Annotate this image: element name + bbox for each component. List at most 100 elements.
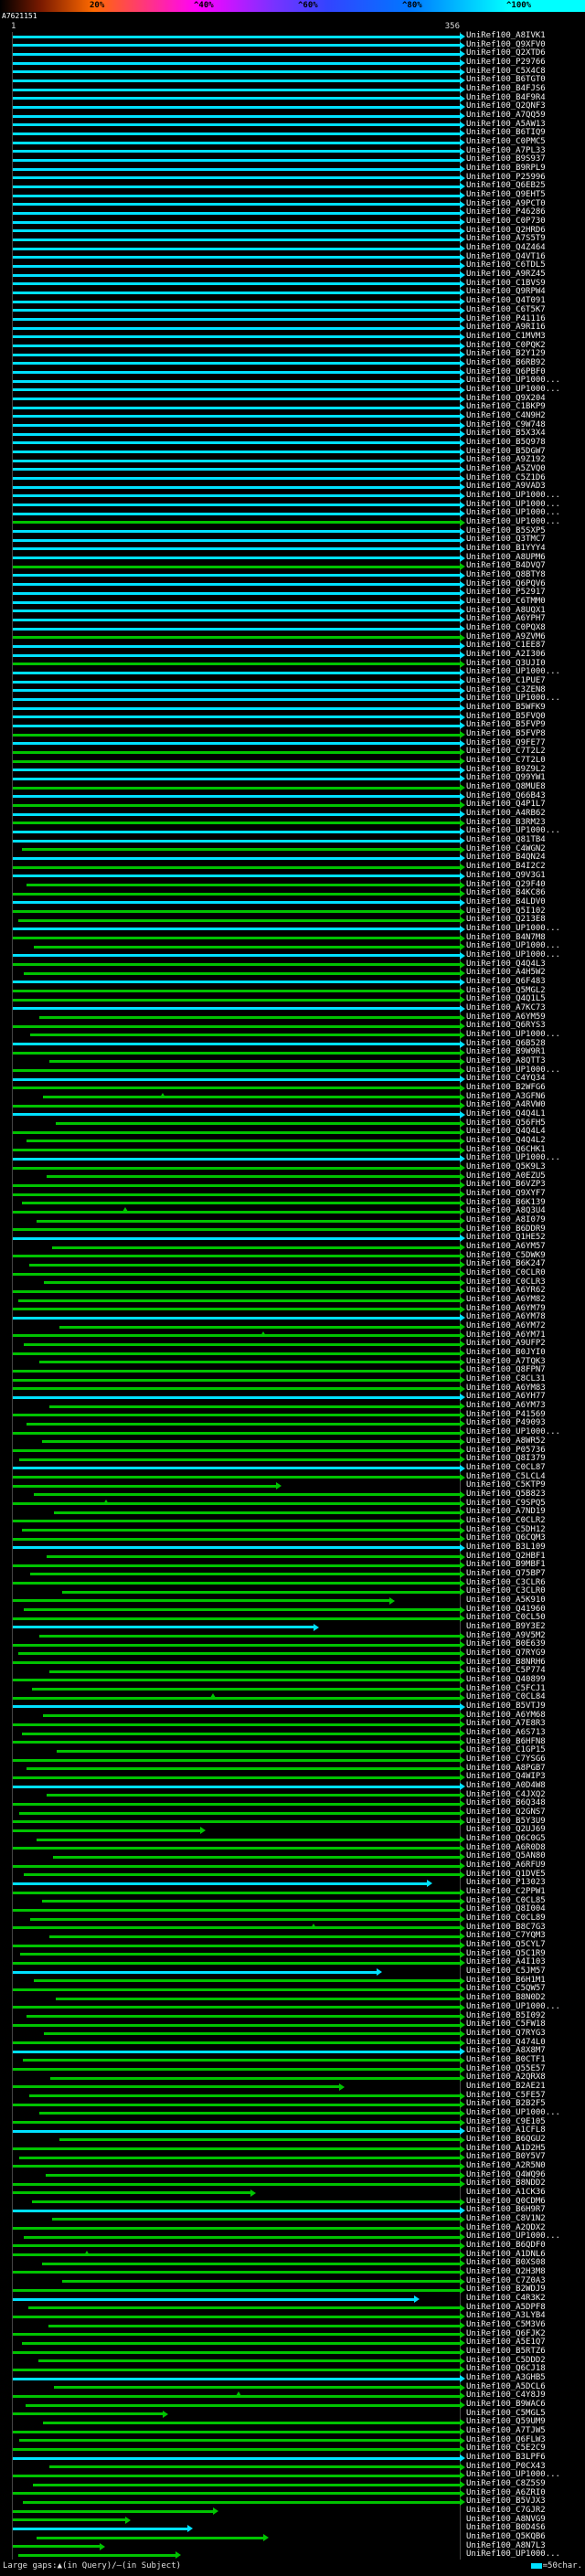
alignment-bar[interactable] bbox=[13, 1289, 460, 1293]
alignment-bar[interactable] bbox=[30, 1573, 460, 1576]
alignment-bar[interactable] bbox=[13, 176, 460, 180]
alignment-bar[interactable] bbox=[43, 2421, 460, 2424]
alignment-bar[interactable] bbox=[21, 1529, 460, 1532]
alignment-bar[interactable] bbox=[13, 1077, 460, 1081]
alignment-bar[interactable] bbox=[18, 2439, 460, 2443]
alignment-bar[interactable] bbox=[51, 2218, 460, 2221]
alignment-bar[interactable] bbox=[18, 1458, 460, 1461]
alignment-bar[interactable] bbox=[57, 1749, 460, 1753]
alignment-bar[interactable] bbox=[13, 52, 460, 56]
alignment-bar[interactable] bbox=[48, 1405, 460, 1408]
alignment-bar[interactable] bbox=[13, 1334, 460, 1338]
alignment-bar[interactable] bbox=[13, 2085, 339, 2089]
alignment-bar[interactable] bbox=[13, 291, 460, 294]
alignment-bar[interactable] bbox=[13, 574, 460, 578]
alignment-bar[interactable] bbox=[13, 114, 460, 118]
alignment-bar[interactable] bbox=[13, 786, 460, 790]
alignment-bar[interactable] bbox=[13, 1520, 460, 1523]
alignment-bar[interactable] bbox=[13, 1484, 276, 1488]
alignment-bar[interactable] bbox=[13, 150, 460, 154]
alignment-bar[interactable] bbox=[13, 1599, 389, 1603]
alignment-bar[interactable] bbox=[13, 2006, 460, 2009]
alignment-bar[interactable] bbox=[13, 459, 460, 462]
alignment-bar[interactable] bbox=[13, 1476, 460, 1479]
alignment-bar[interactable] bbox=[13, 2182, 460, 2186]
alignment-bar[interactable] bbox=[13, 1776, 460, 1779]
alignment-bar[interactable] bbox=[13, 309, 460, 313]
alignment-bar[interactable] bbox=[30, 1034, 460, 1037]
alignment-bar[interactable] bbox=[20, 1953, 460, 1956]
alignment-bar[interactable] bbox=[13, 88, 460, 91]
alignment-bar[interactable] bbox=[13, 264, 460, 268]
alignment-bar[interactable] bbox=[13, 35, 460, 38]
alignment-bar[interactable] bbox=[61, 2280, 460, 2284]
alignment-bar[interactable] bbox=[13, 2518, 125, 2522]
alignment-bar[interactable] bbox=[34, 1979, 460, 1983]
alignment-bar[interactable] bbox=[17, 1652, 460, 1656]
alignment-bar[interactable] bbox=[13, 2103, 460, 2106]
alignment-bar[interactable] bbox=[13, 1537, 460, 1541]
alignment-bar[interactable] bbox=[13, 504, 460, 507]
alignment-bar[interactable] bbox=[13, 706, 460, 710]
alignment-bar[interactable] bbox=[13, 591, 460, 595]
alignment-bar[interactable] bbox=[13, 105, 460, 109]
alignment-bar[interactable] bbox=[13, 415, 460, 419]
alignment-bar[interactable] bbox=[25, 2403, 460, 2407]
alignment-bar[interactable] bbox=[38, 2112, 460, 2115]
alignment-bar[interactable] bbox=[58, 1325, 460, 1329]
alignment-bar[interactable] bbox=[13, 220, 460, 224]
alignment-bar[interactable] bbox=[13, 981, 460, 984]
alignment-bar[interactable] bbox=[37, 1219, 460, 1223]
alignment-bar[interactable] bbox=[21, 2341, 460, 2345]
alignment-bar[interactable] bbox=[13, 2041, 460, 2045]
alignment-bar[interactable] bbox=[13, 689, 460, 693]
alignment-bar[interactable] bbox=[37, 1838, 460, 1841]
alignment-bar[interactable] bbox=[13, 1723, 460, 1726]
alignment-bar[interactable] bbox=[13, 2253, 460, 2257]
alignment-bar[interactable] bbox=[13, 229, 460, 233]
alignment-bar[interactable] bbox=[34, 945, 460, 949]
alignment-bar[interactable] bbox=[13, 1210, 460, 1214]
alignment-bar[interactable] bbox=[53, 1855, 460, 1859]
alignment-bar[interactable] bbox=[13, 839, 460, 843]
alignment-bar[interactable] bbox=[13, 398, 460, 401]
alignment-bar[interactable] bbox=[58, 2138, 460, 2142]
alignment-bar[interactable] bbox=[13, 353, 460, 356]
alignment-bar[interactable] bbox=[13, 2350, 460, 2354]
alignment-bar[interactable] bbox=[50, 2076, 460, 2080]
alignment-bar[interactable] bbox=[47, 1175, 460, 1179]
alignment-bar[interactable] bbox=[48, 1060, 460, 1064]
alignment-bar[interactable] bbox=[13, 2509, 214, 2513]
alignment-bar[interactable] bbox=[54, 1511, 460, 1514]
alignment-bar[interactable] bbox=[41, 1900, 460, 1903]
alignment-bar[interactable] bbox=[13, 2545, 101, 2549]
alignment-bar[interactable] bbox=[13, 910, 460, 914]
alignment-bar[interactable] bbox=[13, 61, 460, 65]
alignment-bar[interactable] bbox=[13, 185, 460, 188]
alignment-bar[interactable] bbox=[24, 1608, 460, 1612]
alignment-bar[interactable] bbox=[13, 2165, 460, 2168]
alignment-bar[interactable] bbox=[13, 1183, 460, 1187]
alignment-bar[interactable] bbox=[13, 1149, 460, 1152]
alignment-bar[interactable] bbox=[13, 565, 460, 568]
alignment-bar[interactable] bbox=[13, 247, 460, 250]
alignment-bar[interactable] bbox=[13, 2333, 460, 2337]
alignment-bar[interactable] bbox=[18, 2156, 460, 2159]
alignment-bar[interactable] bbox=[13, 954, 460, 958]
alignment-bar[interactable] bbox=[13, 716, 460, 719]
alignment-bar[interactable] bbox=[61, 1590, 460, 1594]
alignment-bar[interactable] bbox=[21, 1202, 460, 1205]
alignment-bar[interactable] bbox=[13, 1802, 460, 1806]
alignment-bar[interactable] bbox=[13, 865, 460, 869]
alignment-bar[interactable] bbox=[13, 2377, 460, 2380]
alignment-bar[interactable] bbox=[13, 424, 460, 428]
alignment-bar[interactable] bbox=[28, 1263, 460, 1267]
alignment-bar[interactable] bbox=[13, 1024, 460, 1028]
alignment-bar[interactable] bbox=[13, 1741, 460, 1744]
alignment-bar[interactable] bbox=[13, 1882, 428, 1885]
alignment-bar[interactable] bbox=[13, 1352, 460, 1355]
alignment-bar[interactable] bbox=[13, 1643, 460, 1647]
alignment-bar[interactable] bbox=[41, 2262, 460, 2265]
alignment-bar[interactable] bbox=[13, 1908, 460, 1912]
alignment-bar[interactable] bbox=[13, 521, 460, 525]
